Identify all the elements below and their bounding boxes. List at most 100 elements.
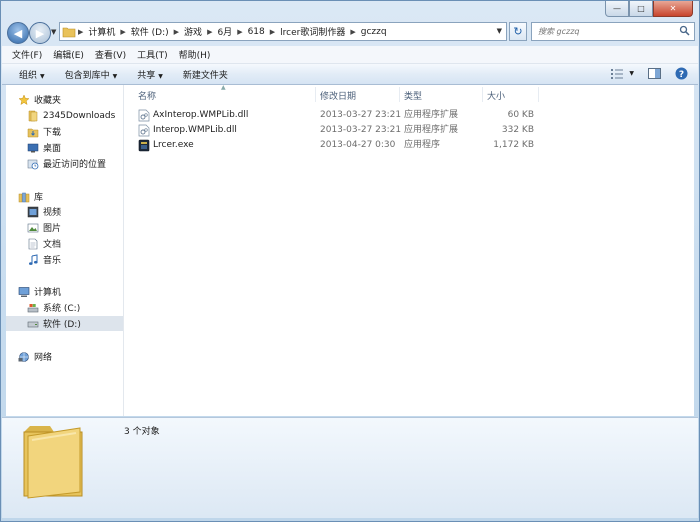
column-size[interactable]: 大小: [487, 89, 505, 102]
file-type: 应用程序扩展: [404, 125, 459, 135]
file-type: 应用程序扩展: [404, 110, 459, 120]
file-modified: 2013-03-27 23:21: [320, 110, 402, 120]
view-options-icon[interactable]: [611, 68, 625, 79]
nav-videos[interactable]: 视频: [27, 204, 123, 219]
picture-icon: [27, 222, 39, 234]
library-icon: [18, 191, 30, 203]
column-type[interactable]: 类型: [404, 89, 422, 102]
close-button[interactable]: ✕: [653, 1, 693, 17]
breadcrumb-gczzq[interactable]: gczzq: [358, 27, 390, 37]
nav-favorites-label: 收藏夹: [34, 96, 62, 106]
column-divider[interactable]: [482, 87, 483, 102]
file-name-cell: AxInterop.WMPLib.dll: [138, 108, 248, 123]
search-input[interactable]: [538, 24, 668, 39]
arrow-left-icon: ◀: [13, 26, 23, 40]
folder-icon: [62, 27, 76, 37]
breadcrumb-june[interactable]: 6月: [214, 25, 235, 38]
nav-pictures-label: 图片: [43, 224, 62, 234]
chevron-right-icon[interactable]: ▶: [76, 28, 85, 36]
nav-favorites[interactable]: 收藏夹: [18, 92, 123, 107]
nav-2345downloads[interactable]: 2345Downloads: [27, 108, 123, 123]
minimize-button[interactable]: —: [605, 1, 629, 17]
search-box[interactable]: [531, 22, 695, 41]
breadcrumb-lrcer[interactable]: lrcer歌词制作器: [277, 25, 348, 38]
chevron-right-icon[interactable]: ▶: [268, 28, 277, 36]
nav-computer-label: 计算机: [34, 288, 62, 298]
nav-desktop[interactable]: 桌面: [27, 140, 123, 155]
nav-desktop-label: 桌面: [43, 144, 62, 154]
folder-icon: [23, 426, 83, 499]
address-dropdown[interactable]: ▼: [497, 27, 502, 35]
details-pane: 3 个对象: [2, 417, 698, 518]
file-list[interactable]: 名称 ▲ 修改日期 类型 大小 AxInterop.WMPLib.dll 201…: [124, 84, 694, 416]
nav-recent-places[interactable]: 最近访问的位置: [27, 156, 123, 171]
nav-documents[interactable]: 文档: [27, 236, 123, 251]
menu-help[interactable]: 帮助(H): [179, 48, 211, 61]
exe-icon: [138, 139, 150, 152]
file-row[interactable]: Interop.WMPLib.dll 2013-03-27 23:21 应用程序…: [138, 123, 548, 138]
recent-pages-dropdown[interactable]: ▼: [51, 28, 56, 36]
nav-network-label: 网络: [34, 353, 53, 363]
file-name-cell: Interop.WMPLib.dll: [138, 123, 237, 138]
column-divider[interactable]: [399, 87, 400, 102]
system-drive-icon: [27, 302, 39, 314]
item-count: 3 个对象: [124, 427, 160, 437]
include-library-button[interactable]: 包含到库中 ▼: [65, 68, 118, 81]
file-name: Interop.WMPLib.dll: [153, 125, 237, 135]
nav-drive-d[interactable]: 软件 (D:): [6, 316, 123, 331]
organize-button[interactable]: 组织 ▼: [19, 68, 45, 81]
chevron-right-icon[interactable]: ▶: [172, 28, 181, 36]
new-folder-button[interactable]: 新建文件夹: [183, 68, 228, 81]
nav-network[interactable]: 网络: [18, 349, 123, 364]
refresh-button[interactable]: ↻: [509, 22, 527, 41]
breadcrumb-computer[interactable]: 计算机: [85, 25, 118, 38]
nav-downloads-label: 下载: [43, 128, 62, 138]
chevron-down-icon: ▼: [112, 72, 118, 80]
nav-pictures[interactable]: 图片: [27, 220, 123, 235]
file-name: Lrcer.exe: [153, 140, 194, 150]
nav-computer[interactable]: 计算机: [18, 284, 123, 299]
share-button[interactable]: 共享 ▼: [137, 68, 163, 81]
menu-file[interactable]: 文件(F): [12, 48, 42, 61]
dll-icon: [138, 109, 150, 122]
refresh-icon: ↻: [513, 25, 523, 38]
chevron-down-icon: ▼: [40, 72, 45, 80]
nav-libraries[interactable]: 库: [18, 189, 123, 204]
nav-libraries-label: 库: [34, 193, 44, 203]
svg-text:?: ?: [679, 70, 684, 80]
chevron-right-icon[interactable]: ▶: [348, 28, 357, 36]
navigation-pane[interactable]: 收藏夹 2345Downloads 下载 桌面 最近访问的位置 库 视频 图片 …: [6, 85, 124, 416]
nav-drive-c[interactable]: 系统 (C:): [27, 300, 123, 315]
menu-edit[interactable]: 编辑(E): [53, 48, 84, 61]
music-icon: [27, 253, 39, 266]
address-bar[interactable]: ▶ 计算机 ▶ 软件 (D:) ▶ 游戏 ▶ 6月 ▶ 618 ▶ lrcer歌…: [59, 22, 507, 41]
menu-view[interactable]: 查看(V): [95, 48, 126, 61]
organize-label: 组织: [19, 70, 38, 81]
column-divider[interactable]: [538, 87, 539, 102]
preview-pane-icon[interactable]: [648, 68, 661, 79]
column-divider[interactable]: [315, 87, 316, 102]
chevron-right-icon[interactable]: ▶: [235, 28, 244, 36]
view-dropdown-icon[interactable]: ▼: [629, 70, 634, 77]
column-modified[interactable]: 修改日期: [320, 89, 356, 102]
breadcrumb-games[interactable]: 游戏: [181, 25, 205, 38]
file-row[interactable]: Lrcer.exe 2013-04-27 0:30 应用程序 1,172 KB: [138, 138, 548, 153]
share-label: 共享: [137, 70, 156, 81]
chevron-right-icon[interactable]: ▶: [205, 28, 214, 36]
nav-drive-d-label: 软件 (D:): [43, 320, 81, 330]
breadcrumb-drive-d[interactable]: 软件 (D:): [128, 25, 172, 38]
help-icon[interactable]: ?: [675, 67, 688, 80]
forward-button[interactable]: ▶: [29, 22, 51, 44]
computer-icon: [18, 286, 30, 298]
nav-downloads[interactable]: 下载: [27, 124, 123, 139]
menu-tools[interactable]: 工具(T): [137, 48, 168, 61]
column-name[interactable]: 名称: [138, 89, 156, 102]
back-button[interactable]: ◀: [7, 22, 29, 44]
file-row[interactable]: AxInterop.WMPLib.dll 2013-03-27 23:21 应用…: [138, 108, 548, 123]
maximize-button[interactable]: □: [629, 1, 653, 17]
nav-music[interactable]: 音乐: [27, 252, 123, 267]
recent-places-icon: [27, 158, 39, 170]
chevron-right-icon[interactable]: ▶: [118, 28, 127, 36]
breadcrumb-618[interactable]: 618: [245, 27, 268, 37]
search-icon[interactable]: [679, 25, 690, 36]
